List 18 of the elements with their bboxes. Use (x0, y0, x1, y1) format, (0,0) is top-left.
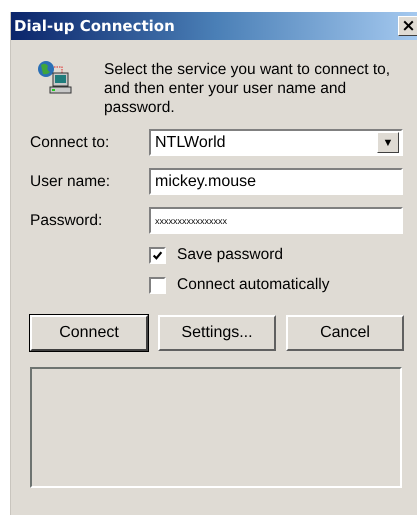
close-button[interactable]: × (398, 16, 417, 36)
username-field[interactable]: mickey.mouse (149, 168, 403, 195)
checkbox-label[interactable]: Connect automatically (177, 276, 330, 294)
checkbox-label[interactable]: Save password (177, 246, 283, 264)
checkmark-icon (152, 250, 163, 260)
caret-icon[interactable]: ▼ (377, 132, 399, 153)
field-label: Connect to: (30, 134, 110, 152)
dialog-button[interactable]: Cancel (286, 315, 404, 351)
window-title: Dial-up Connection (14, 17, 175, 35)
instructions-text: Select the service you want to connect to, and then enter your user name and password. (104, 60, 392, 117)
field-label: User name: (30, 172, 112, 190)
field-label: Password: (30, 212, 104, 230)
service-dropdown[interactable]: NTLWorld ▼ (149, 129, 403, 156)
dialog-button[interactable]: Settings... (158, 315, 276, 351)
dialog-button[interactable]: Connect (30, 315, 148, 351)
checkbox[interactable] (149, 276, 166, 294)
checkbox[interactable] (149, 246, 166, 264)
password-field[interactable]: xxxxxxxxxxxxxxxx (149, 207, 403, 234)
